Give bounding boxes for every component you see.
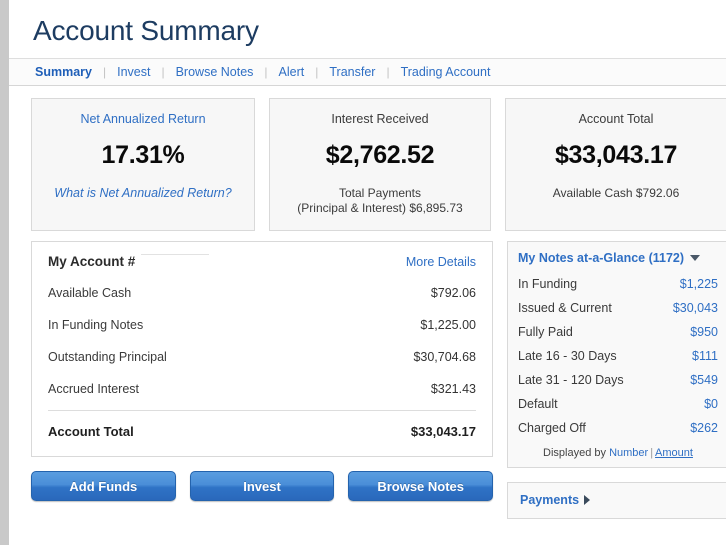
note-label: Fully Paid — [518, 325, 573, 339]
metric-cards-row: Net Annualized Return 17.31% What is Net… — [9, 86, 726, 231]
main-body: My Account # More Details Available Cash… — [9, 231, 726, 519]
page-title: Account Summary — [33, 15, 259, 46]
account-total-row-value: $33,043.17 — [410, 424, 476, 439]
what-is-net-annualized-return-link[interactable]: What is Net Annualized Return? — [42, 186, 244, 201]
net-annualized-return-label[interactable]: Net Annualized Return — [42, 111, 244, 127]
interest-received-value: $2,762.52 — [325, 141, 435, 169]
available-cash-sub: Available Cash $792.06 — [552, 186, 680, 200]
list-item: Charged Off $262 — [518, 416, 718, 440]
browse-notes-button[interactable]: Browse Notes — [348, 471, 494, 501]
row-label: In Funding Notes — [48, 318, 144, 332]
row-value: $1,225.00 — [420, 318, 476, 332]
note-value[interactable]: $549 — [690, 373, 718, 387]
more-details-link[interactable]: More Details — [406, 255, 476, 269]
note-label: Late 31 - 120 Days — [518, 373, 624, 387]
payments-panel[interactable]: Payments — [507, 482, 726, 519]
metric-card-interest-received: Interest Received $2,762.52 Total Paymen… — [269, 98, 491, 231]
nav-item-transfer[interactable]: Transfer — [327, 65, 377, 79]
note-value[interactable]: $262 — [690, 421, 718, 435]
my-notes-header[interactable]: My Notes at-a-Glance (1172) — [518, 250, 718, 272]
list-item: Late 31 - 120 Days $549 — [518, 368, 718, 392]
list-item: Issued & Current $30,043 — [518, 296, 718, 320]
page-root: Account Summary Summary | Invest | Brows… — [0, 0, 726, 545]
total-payments-line1: Total Payments — [338, 186, 422, 200]
note-value[interactable]: $1,225 — [680, 277, 718, 291]
my-account-header: My Account # More Details — [48, 252, 476, 277]
note-label: Charged Off — [518, 421, 586, 435]
add-funds-button[interactable]: Add Funds — [31, 471, 176, 501]
displayed-by-amount-link[interactable]: Amount — [655, 447, 693, 459]
list-item: In Funding $1,225 — [518, 272, 718, 296]
chevron-down-icon — [690, 255, 701, 261]
row-value: $792.06 — [430, 286, 476, 300]
note-label: In Funding — [518, 277, 578, 291]
nav-item-alert[interactable]: Alert — [277, 65, 307, 79]
note-label: Default — [518, 397, 558, 411]
total-payments-line2: (Principal & Interest) $6,895.73 — [297, 201, 463, 215]
nav-separator: | — [315, 65, 319, 79]
row-label: Available Cash — [48, 286, 132, 300]
right-column: My Notes at-a-Glance (1172) In Funding $… — [507, 241, 726, 519]
list-item: Late 16 - 30 Days $111 — [518, 344, 718, 368]
table-row: Accrued Interest $321.43 — [48, 373, 476, 405]
note-value[interactable]: $111 — [692, 349, 718, 363]
chevron-right-icon — [584, 495, 591, 505]
note-value[interactable]: $0 — [704, 397, 718, 411]
list-item: Fully Paid $950 — [518, 320, 718, 344]
list-item: Default $0 — [518, 392, 718, 416]
account-total-value: $33,043.17 — [554, 141, 678, 169]
nav-separator: | — [161, 65, 165, 79]
action-buttons-row: Add Funds Invest Browse Notes — [31, 457, 494, 501]
nav-item-browse-notes[interactable]: Browse Notes — [174, 65, 256, 79]
total-payments-sub: Total Payments (Principal & Interest) $6… — [280, 186, 480, 216]
nav-item-trading-account[interactable]: Trading Account — [399, 65, 493, 79]
account-number-redacted — [141, 254, 210, 266]
note-label: Late 16 - 30 Days — [518, 349, 617, 363]
nav-separator: | — [386, 65, 390, 79]
note-value[interactable]: $30,043 — [673, 301, 718, 315]
account-total-row: Account Total $33,043.17 — [48, 410, 476, 448]
payments-title: Payments — [520, 493, 580, 507]
left-column: My Account # More Details Available Cash… — [31, 241, 494, 501]
table-row: Available Cash $792.06 — [48, 277, 476, 309]
page-header: Account Summary — [9, 0, 726, 58]
metric-card-net-annualized-return: Net Annualized Return 17.31% What is Net… — [31, 98, 255, 231]
row-label: Accrued Interest — [48, 382, 140, 396]
row-value: $30,704.68 — [413, 350, 476, 364]
displayed-by-toggle: Displayed by Number | Amount — [518, 440, 718, 461]
row-value: $321.43 — [430, 382, 476, 396]
displayed-by-number-link[interactable]: Number — [609, 447, 648, 459]
displayed-by-label: Displayed by — [543, 447, 606, 459]
invest-button[interactable]: Invest — [189, 471, 335, 501]
note-label: Issued & Current — [518, 301, 612, 315]
note-value[interactable]: $950 — [690, 325, 718, 339]
table-row: Outstanding Principal $30,704.68 — [48, 341, 476, 373]
my-account-panel: My Account # More Details Available Cash… — [31, 241, 493, 457]
my-notes-at-a-glance-panel: My Notes at-a-Glance (1172) In Funding $… — [507, 241, 726, 468]
main-navigation: Summary | Invest | Browse Notes | Alert … — [9, 58, 726, 86]
metric-card-account-total: Account Total $33,043.17 Available Cash … — [505, 98, 726, 231]
net-annualized-return-value: 17.31% — [101, 141, 185, 169]
nav-item-summary[interactable]: Summary — [33, 65, 94, 79]
row-label: Outstanding Principal — [48, 350, 167, 364]
my-account-title-group: My Account # — [48, 254, 210, 269]
nav-separator: | — [102, 65, 107, 79]
my-account-title: My Account # — [48, 254, 136, 269]
table-row: In Funding Notes $1,225.00 — [48, 309, 476, 341]
account-total-row-label: Account Total — [48, 424, 134, 439]
interest-received-label: Interest Received — [331, 112, 429, 126]
my-notes-title: My Notes at-a-Glance (1172) — [518, 251, 685, 265]
account-total-label: Account Total — [578, 112, 654, 126]
nav-item-invest[interactable]: Invest — [115, 65, 152, 79]
nav-separator: | — [264, 65, 268, 79]
